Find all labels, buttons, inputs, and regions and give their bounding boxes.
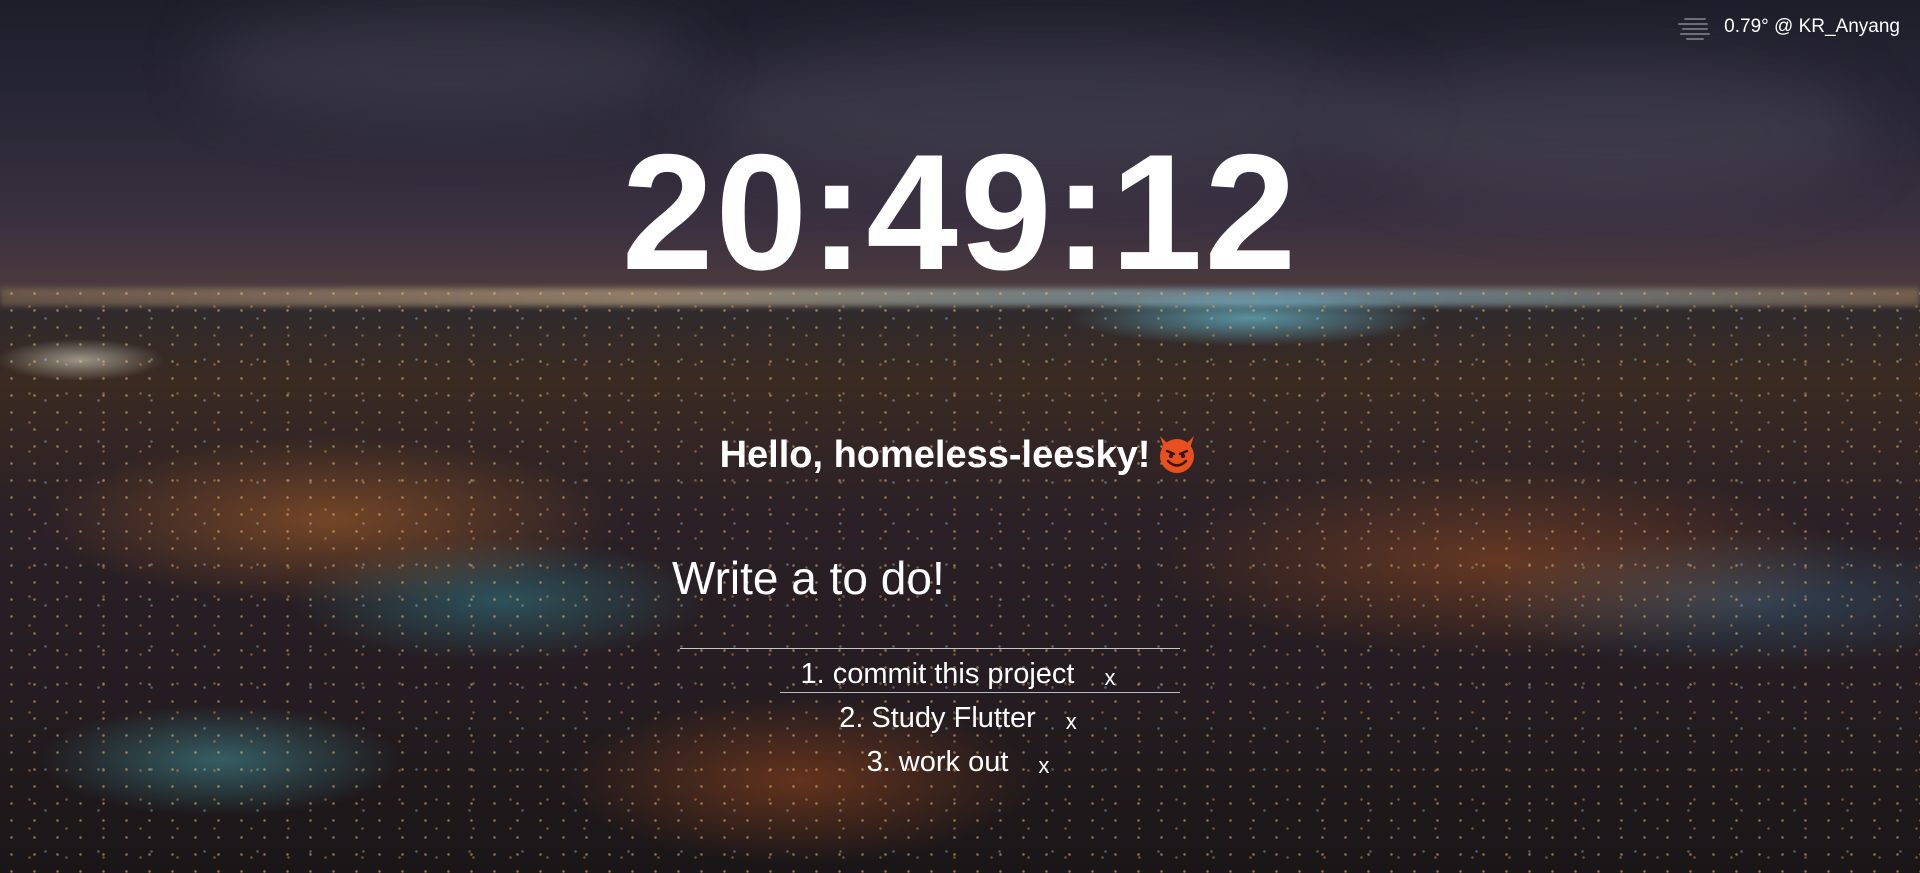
smiling-devil-icon [1154, 430, 1200, 476]
app-background: 0.79° @ KR_Anyang 20:49:12 Hello, homele… [0, 0, 1920, 873]
todo-index: 3. [866, 746, 891, 778]
clock: 20:49:12 [621, 120, 1299, 304]
todo-input[interactable] [672, 548, 1192, 608]
todo-form [672, 548, 1192, 608]
greeting-text: Hello, homeless-leesky! [719, 434, 1151, 476]
todo-text: commit this project [832, 658, 1075, 690]
todo-list: 1. commit this project x 2. Study Flutte… [0, 652, 1920, 784]
todo-text: Study Flutter [871, 702, 1036, 734]
todo-text: work out [898, 746, 1009, 778]
fog-icon [1678, 14, 1712, 40]
todo-item: 1. commit this project x [0, 652, 1920, 696]
todo-item: 3. work out x [0, 740, 1920, 784]
todo-index: 2. [839, 702, 864, 734]
weather-widget: 0.79° @ KR_Anyang [1678, 14, 1900, 40]
todo-item: 2. Study Flutter x [0, 696, 1920, 740]
greeting: Hello, homeless-leesky! [0, 430, 1920, 480]
delete-todo-button[interactable]: x [1062, 709, 1081, 735]
todo-index: 1. [800, 658, 825, 690]
weather-text: 0.79° @ KR_Anyang [1724, 16, 1900, 37]
todo-input-underline [680, 648, 1180, 649]
todo-item-underline [780, 692, 1180, 693]
delete-todo-button[interactable]: x [1034, 753, 1053, 779]
cloud-decoration [200, 10, 700, 120]
delete-todo-button[interactable]: x [1100, 665, 1119, 691]
